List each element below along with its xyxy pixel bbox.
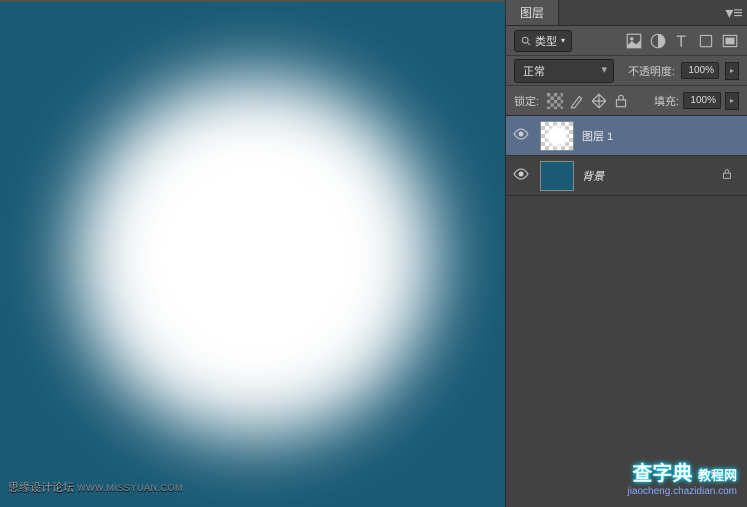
visibility-toggle-icon[interactable]: [513, 127, 529, 145]
canvas-area: [0, 0, 505, 507]
watermark-right-url: jiaocheng.chazidian.com: [627, 486, 737, 497]
layer-name[interactable]: 背景: [582, 168, 713, 184]
blend-mode-row: 正常 不透明度: 100% ▸: [506, 56, 747, 86]
visibility-toggle-icon[interactable]: [513, 167, 529, 185]
watermark-left-url: WWW.MISSYUAN.COM: [77, 483, 183, 493]
filter-pixel-icon[interactable]: [625, 32, 643, 50]
lock-position-icon[interactable]: [591, 93, 607, 109]
filter-label: 类型: [535, 33, 557, 49]
filter-adjustment-icon[interactable]: [649, 32, 667, 50]
search-icon: [521, 36, 531, 46]
layer-list: 图层 1 背景: [506, 116, 747, 507]
panel-header: 图层 ▾≡: [506, 0, 747, 26]
layer-item[interactable]: 背景: [506, 156, 747, 196]
watermark-right-suffix: 教程网: [698, 468, 737, 483]
svg-text:T: T: [676, 33, 686, 49]
layer-name[interactable]: 图层 1: [582, 128, 743, 144]
fill-dropdown-icon[interactable]: ▸: [725, 92, 739, 110]
watermark-left-name: 思缘设计论坛: [8, 482, 74, 494]
layer-item[interactable]: 图层 1: [506, 116, 747, 156]
layers-panel: 图层 ▾≡ 类型 ▾ T 正常 不透明度: 100% ▸ 锁定:: [505, 0, 747, 507]
fill-input[interactable]: 100%: [683, 92, 721, 109]
filter-shape-icon[interactable]: [697, 32, 715, 50]
canvas-artwork: [75, 77, 435, 437]
filter-type-icon[interactable]: T: [673, 32, 691, 50]
filter-smart-icon[interactable]: [721, 32, 739, 50]
blend-mode-value: 正常: [523, 66, 545, 78]
lock-row: 锁定: 填充: 100% ▸: [506, 86, 747, 116]
opacity-dropdown-icon[interactable]: ▸: [725, 62, 739, 80]
layer-filter-row: 类型 ▾ T: [506, 26, 747, 56]
lock-pixels-icon[interactable]: [569, 93, 585, 109]
tab-layers[interactable]: 图层: [506, 0, 559, 25]
chevron-down-icon: ▾: [561, 36, 565, 45]
filter-type-select[interactable]: 类型 ▾: [514, 30, 572, 52]
lock-all-icon[interactable]: [613, 93, 629, 109]
watermark-right-name: 查字典: [632, 463, 692, 485]
document-canvas[interactable]: [0, 2, 505, 507]
fill-label: 填充:: [654, 93, 679, 109]
layer-thumbnail[interactable]: [540, 121, 574, 151]
lock-label: 锁定:: [514, 93, 539, 109]
blend-mode-select[interactable]: 正常: [514, 59, 614, 83]
lock-transparency-icon[interactable]: [547, 93, 563, 109]
layer-thumbnail[interactable]: [540, 161, 574, 191]
panel-menu-icon[interactable]: ▾≡: [727, 6, 741, 20]
opacity-label: 不透明度:: [628, 63, 675, 79]
watermark-left: 思缘设计论坛 WWW.MISSYUAN.COM: [8, 479, 183, 495]
lock-indicator-icon: [721, 167, 733, 185]
opacity-input[interactable]: 100%: [681, 62, 719, 79]
watermark-right: 查字典 教程网 jiaocheng.chazidian.com: [627, 457, 737, 497]
